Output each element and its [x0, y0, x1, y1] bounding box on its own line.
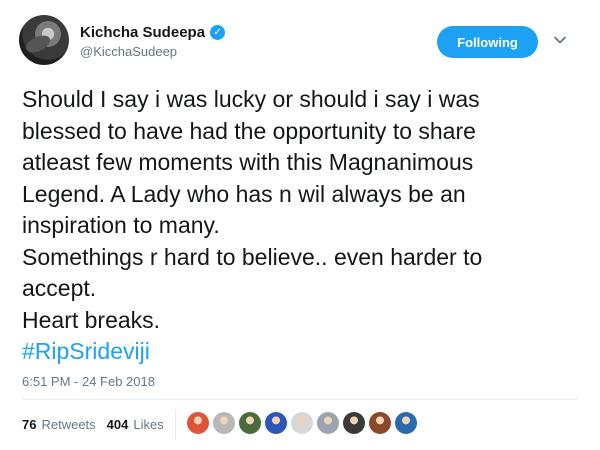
retweets-count[interactable]: 76 — [22, 417, 36, 432]
profile-avatar[interactable] — [19, 15, 69, 65]
tweet-text: Should I say i was lucky or should i say… — [22, 84, 587, 368]
display-name[interactable]: Kichcha Sudeepa — [80, 24, 205, 41]
liker-avatar-icon[interactable] — [395, 412, 417, 434]
likes-count[interactable]: 404 — [107, 417, 129, 432]
name-row: Kichcha Sudeepa ✓ — [80, 24, 226, 41]
tweet-line: atleast few moments with this Magnanimou… — [22, 149, 474, 175]
tweet-line: accept. — [22, 275, 97, 301]
user-handle[interactable]: @KicchaSudeep — [80, 44, 177, 59]
liker-avatar-icon[interactable] — [291, 412, 313, 434]
hashtag-link[interactable]: #RipSrideviji — [22, 336, 587, 368]
divider — [22, 399, 578, 400]
tweet-line: Should I say i was lucky or should i say… — [22, 86, 480, 112]
liker-avatar-icon[interactable] — [239, 412, 261, 434]
tweet-line: Somethings r hard to believe.. even hard… — [22, 243, 483, 270]
liker-avatars — [187, 412, 417, 434]
likes-label[interactable]: Likes — [133, 417, 163, 432]
tweet-line: Heart breaks. — [22, 306, 161, 333]
tweet-timestamp[interactable]: 6:51 PM - 24 Feb 2018 — [22, 374, 155, 389]
tweet-line: Legend. A Lady who has n wil always be a… — [22, 180, 466, 207]
liker-avatar-icon[interactable] — [265, 412, 287, 434]
tweet-line: inspiration to many. — [22, 212, 220, 238]
liker-avatar-icon[interactable] — [343, 412, 365, 434]
following-button[interactable]: Following — [437, 26, 538, 58]
chevron-down-icon[interactable] — [553, 33, 567, 47]
stats-separator — [175, 410, 176, 440]
tweet-line: blessed to have had the opportunity to s… — [22, 117, 476, 144]
liker-avatar-icon[interactable] — [213, 412, 235, 434]
verified-badge-icon: ✓ — [210, 25, 226, 40]
retweets-label[interactable]: Retweets — [41, 417, 95, 432]
liker-avatar-icon[interactable] — [317, 412, 339, 434]
liker-avatar-icon[interactable] — [187, 412, 209, 434]
tweet-stats: 76 Retweets 404 Likes — [22, 417, 164, 432]
liker-avatar-icon[interactable] — [369, 412, 391, 434]
